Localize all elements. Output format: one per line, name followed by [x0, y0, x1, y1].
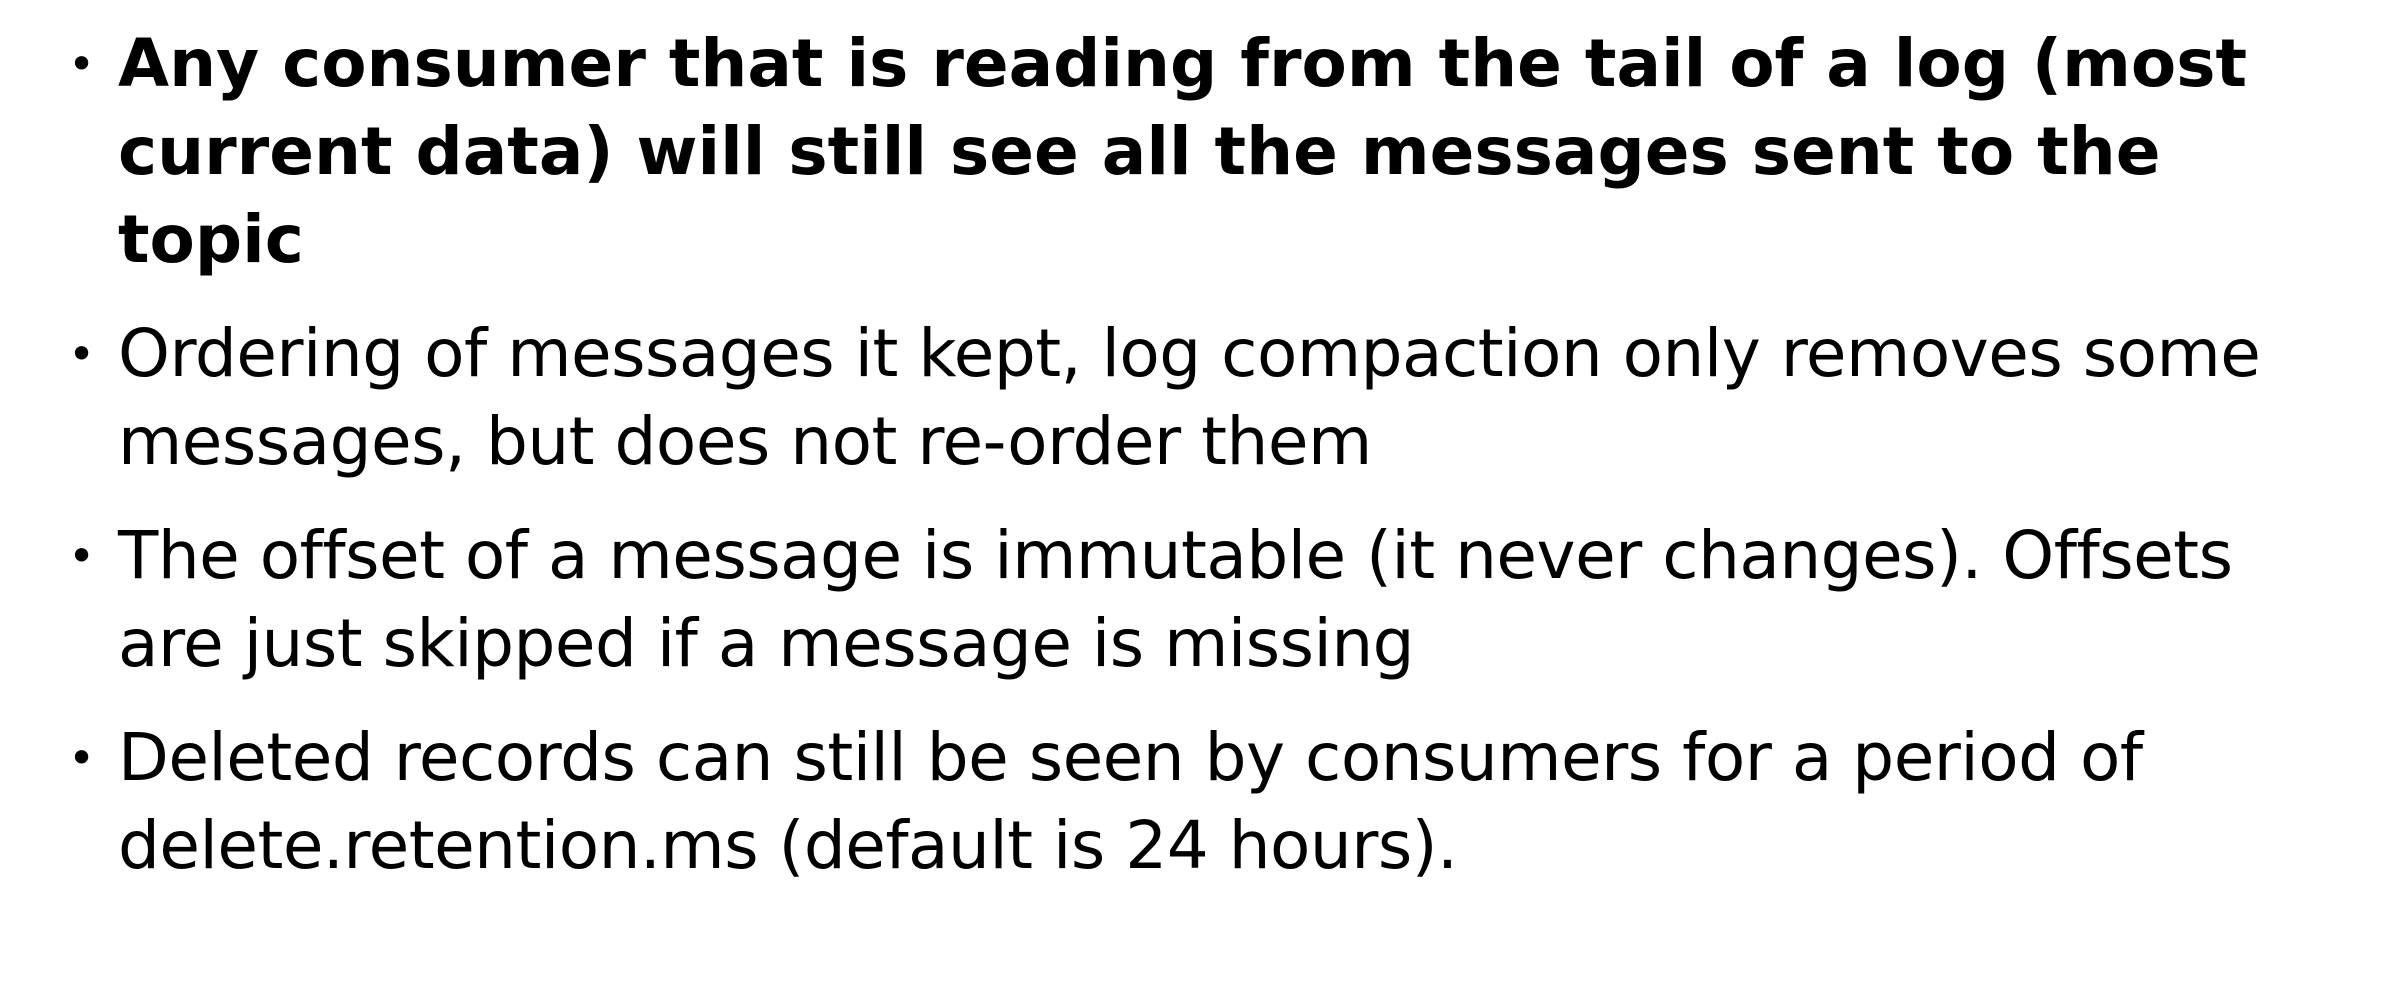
slide: • Any consumer that is reading from the …	[0, 0, 2386, 996]
bullet-item-offset: • The offset of a message is immutable (…	[0, 512, 2386, 688]
bullet-text: Deleted records can still be seen by con…	[118, 719, 2143, 884]
bullet-list: • Any consumer that is reading from the …	[0, 20, 2386, 916]
bullet-item-ordering: • Ordering of messages it kept, log comp…	[0, 310, 2386, 486]
bullet-icon: •	[68, 529, 95, 583]
bullet-icon: •	[68, 327, 95, 381]
bullet-text: Any consumer that is reading from the ta…	[118, 25, 2248, 278]
bullet-text: Ordering of messages it kept, log compac…	[118, 315, 2261, 480]
bullet-icon: •	[68, 37, 96, 91]
bullet-text: The offset of a message is immutable (it…	[118, 517, 2233, 682]
bullet-icon: •	[68, 731, 95, 785]
bullet-item-tail-consumers: • Any consumer that is reading from the …	[0, 20, 2386, 284]
bullet-item-deleted-records: • Deleted records can still be seen by c…	[0, 714, 2386, 890]
